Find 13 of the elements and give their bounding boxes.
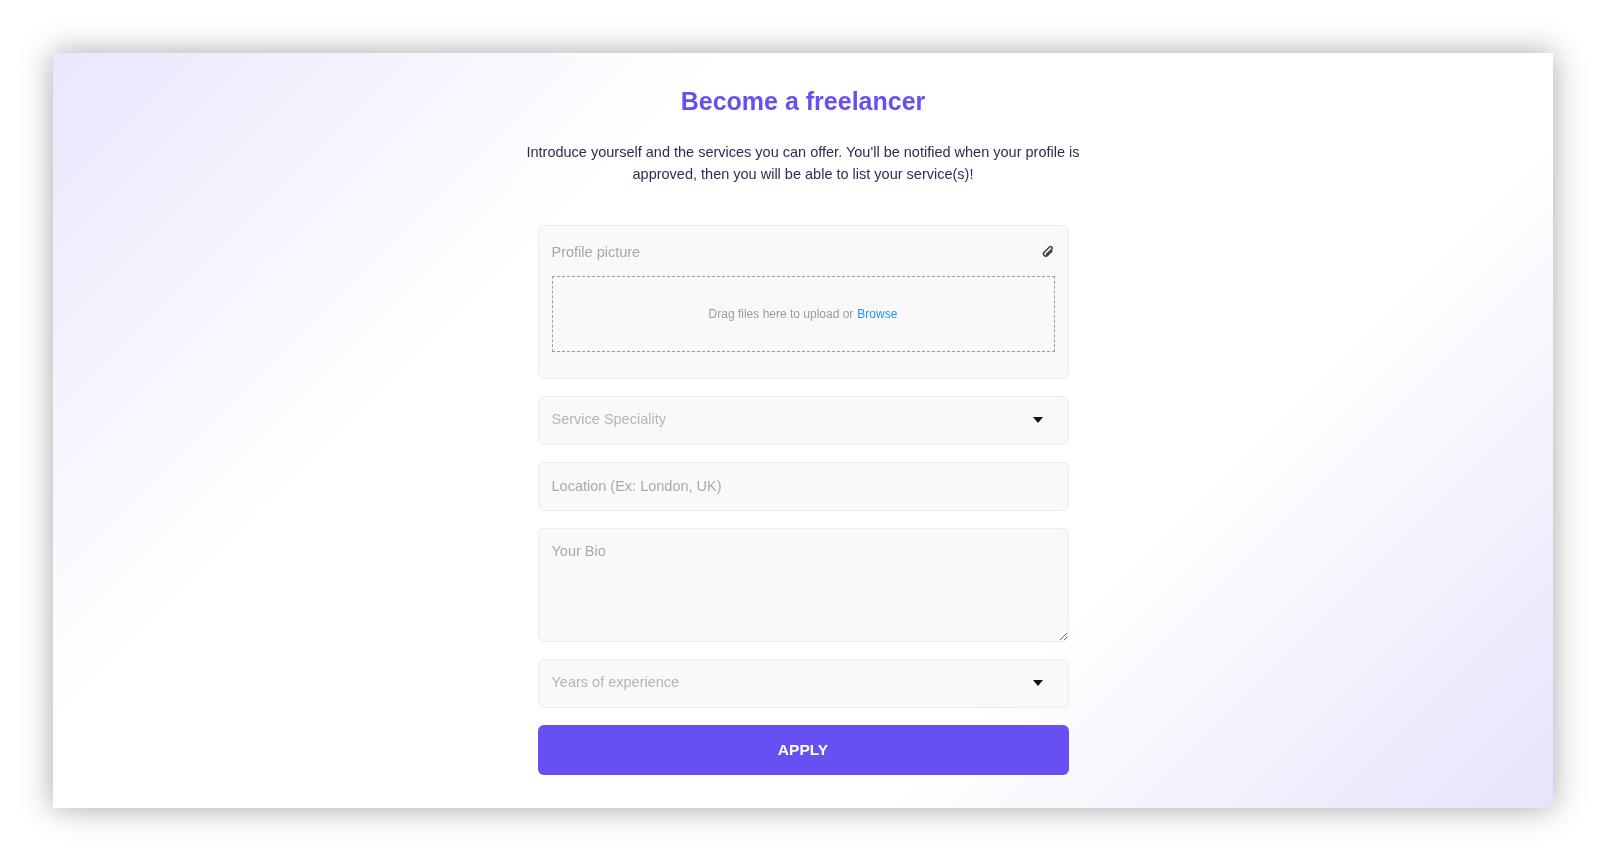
- caret-icon: [1032, 417, 1043, 423]
- field-label: Profile picture: [551, 242, 641, 262]
- dropdown[interactable]: Service Speciality: [537, 395, 1069, 445]
- drop-hint: Drag files here to upload or: [708, 306, 854, 324]
- dropdown[interactable]: Years of experience: [537, 658, 1069, 708]
- intro-text: Introduce yourself and the services you can offer. You'll be notified when your profile is approved, then you will be able to list your service(s)!: [525, 142, 1081, 184]
- apply-button[interactable]: APPLY: [537, 724, 1069, 775]
- browse-link[interactable]: Browse: [857, 305, 898, 324]
- bio-textarea[interactable]: Your Bio: [537, 527, 1069, 642]
- input-field[interactable]: Location (Ex: London, UK): [537, 461, 1069, 511]
- drop-zone[interactable]: Drag files here to upload or Browse: [551, 276, 1055, 353]
- page-title: Become a freelancer: [680, 86, 926, 117]
- caret-icon: [1032, 680, 1043, 686]
